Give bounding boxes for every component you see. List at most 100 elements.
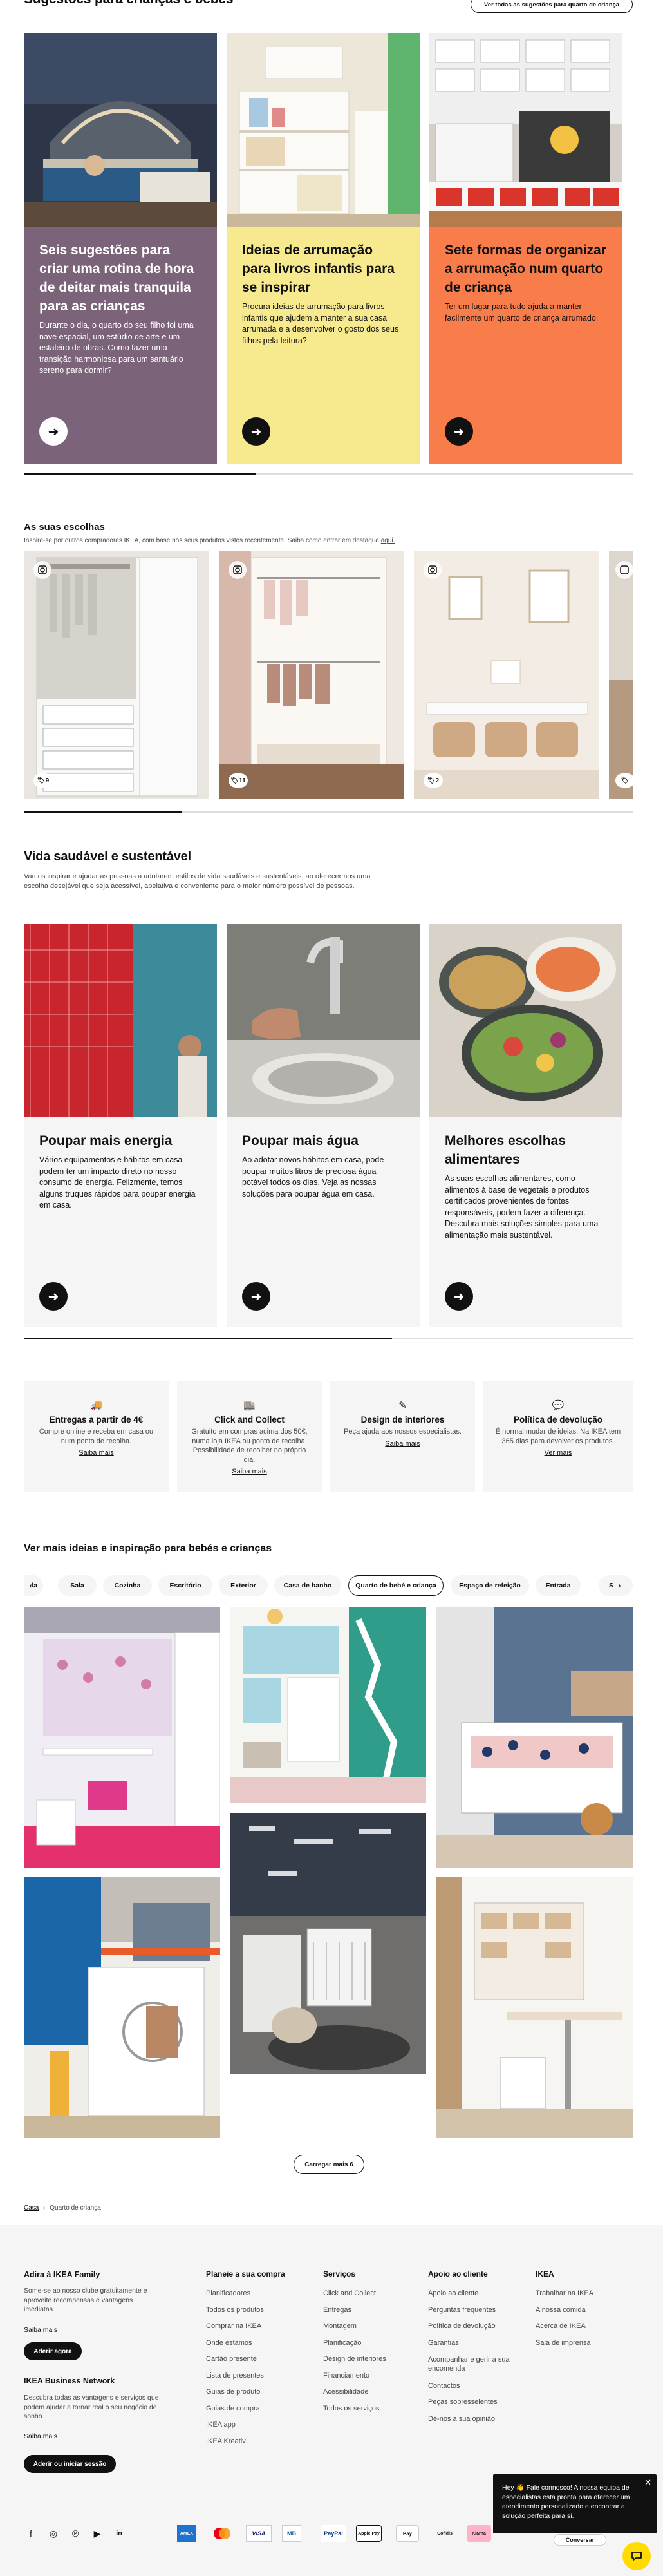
footer-link[interactable]: Acerca de IKEA — [536, 2322, 632, 2330]
pencil-icon: ✎ — [398, 1400, 407, 1411]
product-tag-count[interactable]: 🏷 2 — [424, 773, 443, 788]
load-more-button[interactable]: Carregar mais 6 — [294, 2155, 364, 2174]
footer-link[interactable]: Acessibilidade — [323, 2388, 420, 2396]
footer-link[interactable]: Onde estamos — [206, 2339, 309, 2347]
footer-link[interactable]: Guias de compra — [206, 2405, 309, 2412]
arrow-right-icon[interactable]: ➜ — [445, 417, 473, 446]
chip-prev-partial[interactable]: ‹ la — [24, 1575, 43, 1596]
article-card[interactable]: Seis sugestões para criar uma rotina de … — [24, 33, 217, 464]
inspiration-image[interactable] — [24, 1607, 220, 1868]
footer-link[interactable]: Garantias — [428, 2339, 525, 2347]
breadcrumb-home-link[interactable]: Casa — [24, 2204, 39, 2211]
business-learn-more-link[interactable]: Saiba mais — [24, 2432, 57, 2440]
chip-espaco-refeicao[interactable]: Espaço de refeição — [451, 1575, 529, 1596]
product-tag-count[interactable]: 🏷 — [615, 773, 633, 788]
pinterest-icon[interactable]: ℗ — [68, 2526, 82, 2541]
arrow-right-icon[interactable]: ➜ — [242, 1282, 270, 1311]
chat-launcher-button[interactable] — [622, 2542, 651, 2570]
footer-link[interactable]: Montagem — [323, 2322, 420, 2330]
chat-popup[interactable]: Hey 👋 Fale connosco! A nossa equipa de e… — [493, 2474, 657, 2533]
service-delivery: 🚚 Entregas a partir de 4€ Compre online … — [24, 1381, 169, 1492]
section-title-inspiration: Ver mais ideias e inspiração para bebés … — [24, 1543, 272, 1554]
chip-next-partial[interactable]: S › — [599, 1575, 633, 1596]
article-card[interactable]: Sete formas de organizar a arrumação num… — [429, 33, 622, 464]
arrow-right-icon[interactable]: ➜ — [242, 417, 270, 446]
footer-link[interactable]: Guias de produto — [206, 2388, 309, 2396]
card-text: Ao adotar novos hábitos em casa, pode po… — [242, 1155, 384, 1198]
card-title: Melhores escolhas alimentares — [445, 1133, 566, 1167]
product-tag-count[interactable]: 🏷 9 — [33, 773, 53, 788]
footer-link[interactable]: Todos os serviços — [323, 2405, 420, 2412]
join-family-button[interactable]: Aderir agora — [24, 2342, 82, 2360]
footer-link[interactable]: Entregas — [323, 2306, 420, 2314]
arrow-right-icon[interactable]: ➜ — [39, 1282, 68, 1311]
learn-more-link[interactable]: Saiba mais — [35, 1448, 157, 1458]
ugc-photo[interactable]: 🏷 — [609, 551, 633, 799]
business-text: Descubra todas as vantagens e serviços q… — [24, 2394, 159, 2420]
chip-casa-de-banho[interactable]: Casa de banho — [274, 1575, 341, 1596]
business-login-button[interactable]: Aderir ou iniciar sessão — [24, 2455, 116, 2473]
footer-link[interactable]: Cartão presente — [206, 2355, 309, 2363]
learn-more-link[interactable]: Saiba mais — [189, 1467, 310, 1477]
mastercard-icon — [211, 2525, 233, 2542]
footer-link[interactable]: Lista de presentes — [206, 2372, 309, 2380]
inspiration-image[interactable] — [230, 1607, 426, 1803]
footer-link[interactable]: Acompanhar e gerir a sua encomenda — [428, 2355, 525, 2373]
footer-link[interactable]: Todos os produtos — [206, 2306, 309, 2314]
family-learn-more-link[interactable]: Saiba mais — [24, 2326, 57, 2334]
footer-link[interactable]: Dê-nos a sua opinião — [428, 2415, 525, 2423]
ugc-photo[interactable]: 🏷 11 — [219, 551, 404, 799]
room-photo — [230, 1813, 426, 2074]
chip-quarto-bebe-crianca[interactable]: Quarto de bebé e criança — [348, 1575, 444, 1596]
footer-link[interactable]: Peças sobresselentes — [428, 2398, 525, 2406]
footer-link[interactable]: Financiamento — [323, 2372, 420, 2380]
footer-link[interactable]: Trabalhar na IKEA — [536, 2289, 632, 2297]
youtube-icon[interactable]: ▶ — [90, 2526, 104, 2541]
all-kids-suggestions-button[interactable]: Ver todas as sugestões para quarto de cr… — [471, 0, 633, 13]
footer-link[interactable]: IKEA app — [206, 2421, 309, 2429]
footer-link[interactable]: IKEA Kreativ — [206, 2438, 309, 2445]
footer-link[interactable]: Perguntas frequentes — [428, 2306, 525, 2314]
footer-link[interactable]: Contactos — [428, 2382, 525, 2390]
learn-more-link[interactable]: Ver mais — [495, 1448, 621, 1458]
footer-link[interactable]: Design de interiores — [323, 2355, 420, 2363]
inspiration-image[interactable] — [230, 1813, 426, 2074]
ugc-photo[interactable]: 🏷 9 — [24, 551, 209, 799]
footer-link[interactable]: Comprar na IKEA — [206, 2322, 309, 2330]
article-card[interactable]: Poupar mais água Ao adotar novos hábitos… — [227, 924, 420, 1327]
arrow-right-icon[interactable]: ➜ — [445, 1282, 473, 1311]
inspiration-image[interactable] — [24, 1877, 220, 2138]
close-icon[interactable]: ✕ — [644, 2477, 651, 2488]
article-card[interactable]: Poupar mais energia Vários equipamentos … — [24, 924, 217, 1327]
inspiration-image[interactable] — [436, 1877, 633, 2138]
instagram-icon[interactable]: ◎ — [46, 2526, 61, 2541]
carousel-scrollbar[interactable] — [24, 1338, 633, 1339]
inspiration-image[interactable] — [436, 1607, 633, 1868]
carousel-scrollbar[interactable] — [24, 473, 633, 475]
featured-link[interactable]: aqui. — [381, 537, 395, 544]
linkedin-icon[interactable]: in — [112, 2526, 126, 2541]
carousel-scrollbar[interactable] — [24, 811, 633, 813]
footer-link[interactable]: Sala de imprensa — [536, 2339, 632, 2347]
ugc-photo[interactable]: 🏷 2 — [414, 551, 599, 799]
footer-link[interactable]: Planificadores — [206, 2289, 309, 2297]
chip-escritorio[interactable]: Escritório — [158, 1575, 212, 1596]
chip-entrada[interactable]: Entrada — [536, 1575, 581, 1596]
footer-link[interactable]: A nossa cómida — [536, 2306, 632, 2314]
footer-link[interactable]: Apoio ao cliente — [428, 2289, 525, 2297]
chat-partial-button[interactable]: Conversar — [554, 2534, 606, 2546]
learn-more-link[interactable]: Saiba mais — [342, 1439, 463, 1449]
article-card[interactable]: Ideias de arrumação para livros infantis… — [227, 33, 420, 464]
article-card[interactable]: Melhores escolhas alimentares As suas es… — [429, 924, 622, 1327]
chip-cozinha[interactable]: Cozinha — [103, 1575, 152, 1596]
footer-link[interactable]: Política de devolução — [428, 2322, 525, 2330]
footer-link[interactable]: Planificação — [323, 2339, 420, 2347]
facebook-icon[interactable]: f — [24, 2526, 38, 2541]
product-tag-count[interactable]: 🏷 11 — [229, 773, 248, 788]
chip-exterior[interactable]: Exterior — [219, 1575, 268, 1596]
footer-link[interactable]: Click and Collect — [323, 2289, 420, 2297]
article-image — [429, 33, 622, 227]
arrow-right-icon[interactable]: ➜ — [39, 417, 68, 446]
chip-sala[interactable]: Sala — [58, 1575, 97, 1596]
klarna-icon: Klarna — [467, 2525, 491, 2542]
